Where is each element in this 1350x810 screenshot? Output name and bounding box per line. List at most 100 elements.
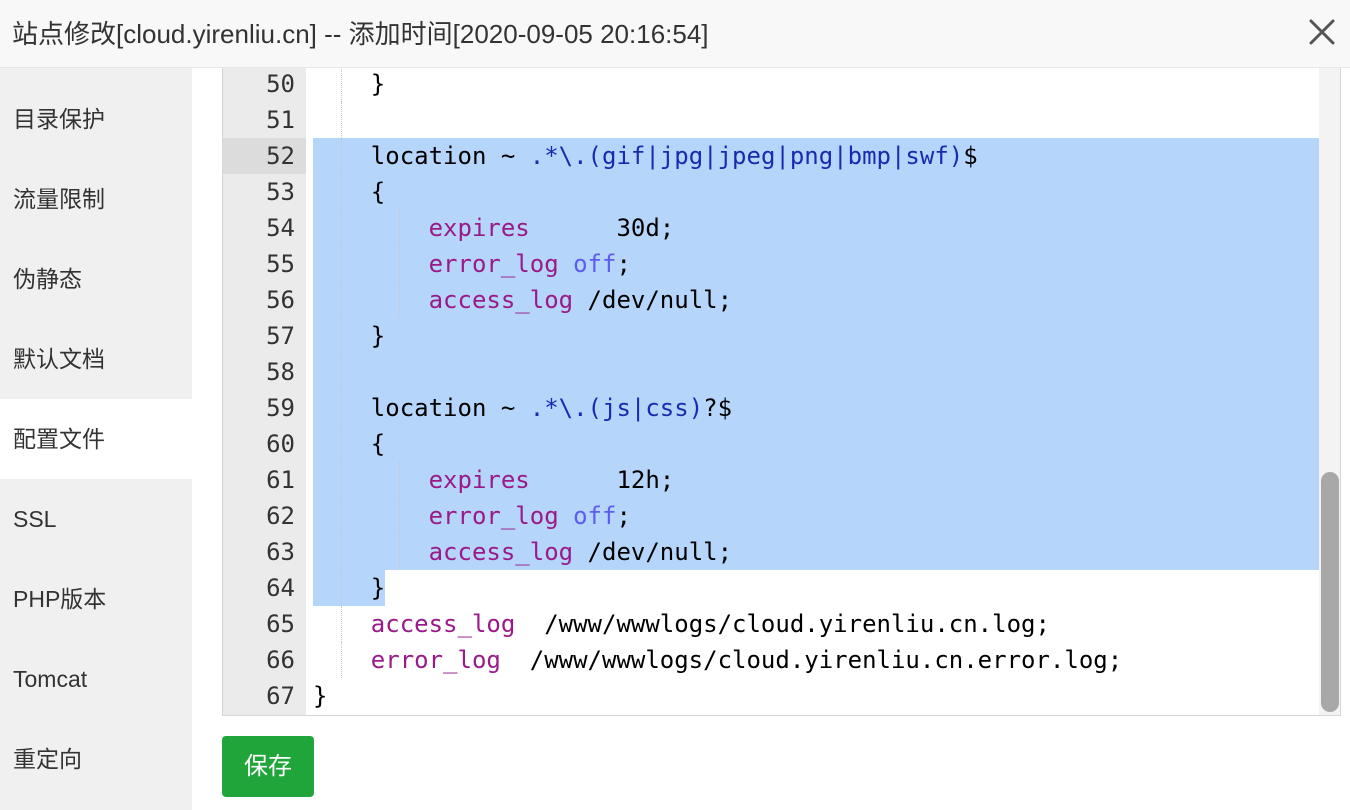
code-token: expires — [428, 466, 530, 494]
code-token: 30d; — [529, 214, 675, 242]
indent-guide — [341, 534, 342, 570]
indent-guide — [341, 282, 342, 318]
code-text: } — [313, 678, 327, 714]
code-token: location — [370, 394, 487, 422]
code-line: 62 error_log off; — [223, 498, 1320, 534]
code-text: } — [371, 68, 385, 102]
code-token: .*\.(gif|jpg|jpeg|png|bmp|swf) — [529, 142, 964, 170]
config-code-editor[interactable]: 50} 51 52 location ~ .*\.(gif|jpg|jpeg|png|… — [222, 68, 1341, 716]
indent-guide — [341, 462, 342, 498]
code-line: 65 access_log /www/wwwlogs/cloud.yirenliu… — [223, 606, 1320, 642]
code-text: location ~ .*\.(gif|jpg|jpeg|png|bmp|swf… — [371, 138, 978, 174]
indent-guide — [398, 246, 400, 282]
dialog-title: 站点修改[cloud.yirenliu.cn] -- 添加时间[2020-09-… — [12, 19, 709, 49]
line-number: 54 — [266, 214, 295, 242]
code-token: } — [370, 322, 386, 350]
save-button[interactable]: 保存 — [222, 736, 314, 797]
code-token: location — [370, 142, 487, 170]
code-token: } — [370, 70, 386, 98]
code-token: /www/wwwlogs/cloud.yirenliu.cn.log; — [515, 610, 1050, 638]
code-token: } — [313, 682, 328, 710]
code-line: 51 — [223, 102, 1320, 138]
code-token: { — [370, 430, 386, 458]
line-number: 50 — [266, 70, 295, 98]
code-token: ?$ — [703, 394, 733, 422]
code-line: 59 location ~ .*\.(js|css)?$ — [223, 390, 1320, 426]
code-text: access_log /www/wwwlogs/cloud.yirenliu.c… — [371, 606, 1050, 642]
indent-guide — [398, 498, 400, 534]
indent-guide — [341, 642, 342, 678]
code-text: } — [371, 570, 385, 606]
line-number: 51 — [266, 106, 295, 134]
line-number: 52 — [223, 138, 306, 174]
code-line: 53 { — [223, 174, 1320, 210]
sidebar-item-rewrite[interactable]: 伪静态 — [0, 239, 192, 319]
code-token: .*\.(js|css) — [529, 394, 704, 422]
code-text: { — [371, 174, 385, 210]
indent-guide — [341, 68, 342, 102]
sidebar-item-ssl[interactable]: SSL — [0, 479, 192, 559]
line-number: 63 — [266, 538, 295, 566]
code-token: access_log — [428, 538, 574, 566]
indent-guide — [341, 390, 342, 426]
sidebar-item-default-doc[interactable]: 默认文档 — [0, 319, 192, 399]
indent-guide — [341, 246, 342, 282]
code-line: 58 — [223, 354, 1320, 390]
indent-guide — [341, 570, 342, 606]
code-text: location ~ .*\.(js|css)?$ — [371, 390, 732, 426]
line-number: 61 — [266, 466, 295, 494]
code-token: } — [370, 574, 386, 602]
indent-guide — [398, 210, 400, 246]
code-line: 50} — [223, 68, 1320, 102]
code-token: ~ — [486, 142, 530, 170]
indent-guide — [341, 426, 342, 462]
code-token: /dev/null; — [573, 538, 733, 566]
close-icon[interactable] — [1304, 14, 1340, 50]
line-number: 65 — [266, 610, 295, 638]
sidebar-item-tomcat[interactable]: Tomcat — [0, 639, 192, 719]
indent-guide — [341, 318, 342, 354]
code-text: access_log /dev/null; — [429, 282, 732, 318]
sidebar-item-config-file[interactable]: 配置文件 — [0, 399, 192, 479]
line-number: 57 — [266, 322, 295, 350]
code-line: 54 expires 30d; — [223, 210, 1320, 246]
sidebar-item-traffic-limit[interactable]: 流量限制 — [0, 159, 192, 239]
code-line: 61 expires 12h; — [223, 462, 1320, 498]
code-text: } — [371, 318, 385, 354]
code-text: error_log off; — [429, 246, 631, 282]
line-number: 59 — [266, 394, 295, 422]
code-line: 64} — [223, 570, 1320, 606]
code-line: 67} — [223, 678, 1320, 714]
code-line: 55 error_log off; — [223, 246, 1320, 282]
indent-guide — [398, 462, 400, 498]
line-number: 64 — [266, 574, 295, 602]
line-number: 67 — [266, 682, 295, 710]
indent-guide — [341, 102, 342, 138]
code-line: 60 { — [223, 426, 1320, 462]
code-token: off — [573, 250, 617, 278]
code-token: off — [573, 502, 617, 530]
indent-guide — [341, 606, 342, 642]
sidebar-item-directory-protect[interactable]: 目录保护 — [0, 79, 192, 159]
line-number: 55 — [266, 250, 295, 278]
line-number: 60 — [266, 430, 295, 458]
code-line: 57} — [223, 318, 1320, 354]
code-token: expires — [428, 214, 530, 242]
code-line: 63 access_log /dev/null; — [223, 534, 1320, 570]
line-number: 53 — [266, 178, 295, 206]
scrollbar-thumb[interactable] — [1321, 472, 1339, 712]
code-token: /www/wwwlogs/cloud.yirenliu.cn.error.log… — [500, 646, 1123, 674]
indent-guide — [341, 354, 342, 390]
code-text: error_log off; — [429, 498, 631, 534]
line-number: 62 — [266, 502, 295, 530]
indent-guide — [341, 210, 342, 246]
sidebar-item-php-version[interactable]: PHP版本 — [0, 559, 192, 639]
line-number: 66 — [266, 646, 295, 674]
indent-guide — [341, 174, 342, 210]
settings-sidebar: 目录保护 流量限制 伪静态 默认文档 配置文件 SSL PHP版本 Tomcat… — [0, 68, 192, 810]
code-text: { — [371, 426, 385, 462]
code-text: error_log /www/wwwlogs/cloud.yirenliu.cn… — [371, 642, 1122, 678]
sidebar-item-redirect[interactable]: 重定向 — [0, 719, 192, 799]
